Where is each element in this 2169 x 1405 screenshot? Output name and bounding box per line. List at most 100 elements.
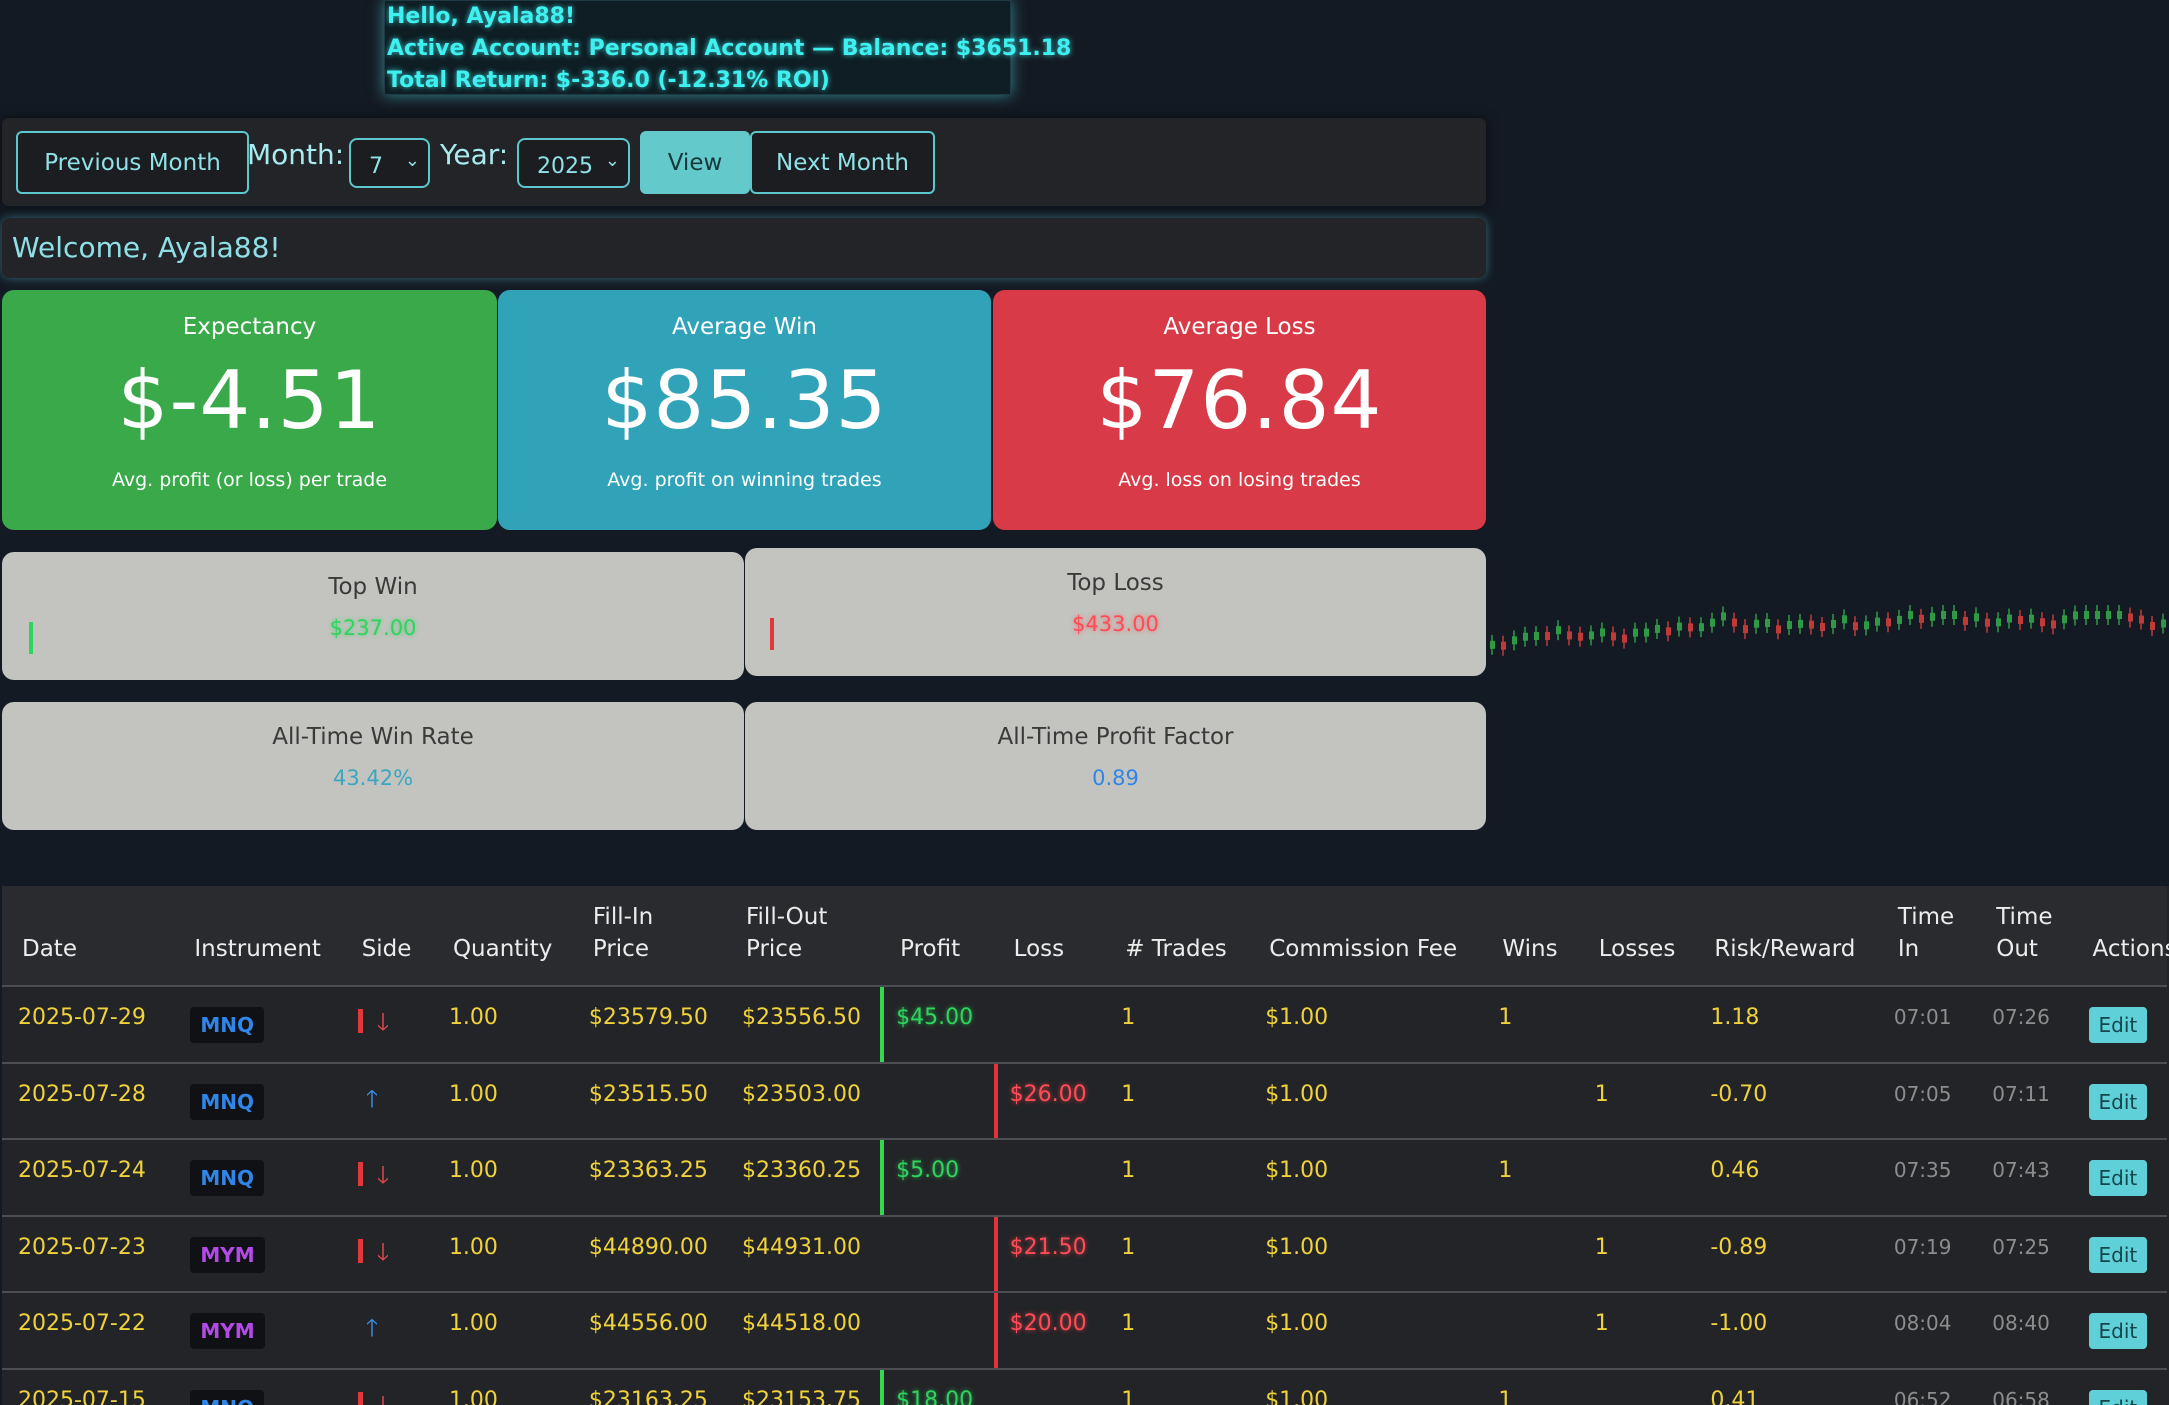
instrument-cell: MNQ — [174, 1367, 342, 1405]
edit-button[interactable]: Edit — [2088, 1160, 2148, 1196]
time-in-cell: 08:04 — [1877, 1291, 1977, 1369]
account-summary-box: Hello, Ayala88! Active Account: Personal… — [384, 0, 1072, 95]
fill-out-price-cell: $23556.50 — [725, 985, 881, 1063]
decorative-candle — [1886, 612, 1891, 633]
table-header-row: Date Instrument Side Quantity Fill-In Pri… — [2, 886, 2169, 986]
fill-in-price-cell: $23163.25 — [572, 1367, 726, 1405]
decorative-candle — [2084, 605, 2089, 625]
instrument-cell: MYM — [174, 1291, 342, 1369]
next-month-button[interactable]: Next Month — [750, 131, 935, 194]
edit-button[interactable]: Edit — [2088, 1236, 2148, 1273]
time-out-cell: 07:25 — [1976, 1214, 2073, 1292]
table-row: 2025-07-24 MNQ 🡓 1.00 $23363.25 $23360.25 $5.0… — [2, 1138, 2167, 1216]
view-button[interactable]: View — [640, 131, 750, 194]
losses-cell: 1 — [1578, 1061, 1695, 1139]
decorative-candle — [1666, 621, 1671, 642]
quantity-cell: 1.00 — [432, 1061, 573, 1139]
decorative-candle — [1545, 626, 1550, 647]
decorative-candle — [1919, 608, 1924, 629]
average-win-value: $85.35 — [601, 354, 888, 447]
average-loss-title: Average Loss — [1163, 314, 1316, 340]
decorative-candle — [1611, 626, 1616, 647]
time-out-cell: 07:26 — [1976, 985, 2073, 1063]
decorative-candle — [1941, 605, 1946, 625]
date-cell: 2025-07-23 — [2, 1214, 175, 1292]
decorative-candle — [2095, 605, 2100, 625]
trades-table-body: 2025-07-29 MNQ 🡓 1.00 $23579.50 $23556.50 $45.… — [2, 985, 2167, 1405]
previous-month-button[interactable]: Previous Month — [16, 131, 249, 194]
decorative-candle — [1567, 625, 1572, 646]
instrument-cell: MNQ — [174, 1061, 342, 1139]
time-in-cell: 07:19 — [1877, 1214, 1977, 1292]
side-cell: 🡑 — [341, 1291, 433, 1369]
table-row: 2025-07-22 MYM 🡑 1.00 $44556.00 $44518.00 $20.… — [2, 1291, 2167, 1369]
average-loss-subtitle: Avg. loss on losing trades — [1118, 469, 1361, 491]
arrow-down-icon: 🡓 — [357, 1391, 389, 1405]
table-row: 2025-07-29 MNQ 🡓 1.00 $23579.50 $23556.50 $45.… — [2, 985, 2167, 1063]
year-label: Year: — [440, 138, 509, 171]
commission-fee-cell: $1.00 — [1249, 1367, 1483, 1405]
average-win-subtitle: Avg. profit on winning trades — [607, 469, 882, 491]
header-profit: Profit — [880, 886, 994, 986]
wins-cell — [1482, 1291, 1579, 1369]
quantity-cell: 1.00 — [432, 1214, 573, 1292]
time-out-cell: 08:40 — [1976, 1291, 2073, 1369]
decorative-candle — [1699, 617, 1704, 638]
header-time-out: Time Out — [1976, 886, 2073, 986]
table-row: 2025-07-23 MYM 🡓 1.00 $44890.00 $44931.00 $21.… — [2, 1214, 2167, 1292]
header-commission-fee: Commission Fee — [1249, 886, 1483, 986]
risk-reward-cell: -1.00 — [1694, 1291, 1878, 1369]
risk-reward-cell: 0.41 — [1694, 1367, 1878, 1405]
date-cell: 2025-07-15 — [2, 1367, 175, 1405]
edit-button[interactable]: Edit — [2088, 1313, 2148, 1349]
risk-reward-cell: 0.46 — [1694, 1138, 1878, 1216]
losses-cell — [1578, 1138, 1695, 1216]
active-account-text: Active Account: Personal Account — Balan… — [387, 36, 1072, 61]
trades-count-cell: 1 — [1105, 1138, 1250, 1216]
profit-value: $45.00 — [896, 1005, 974, 1030]
month-select[interactable]: 7 ⌄ — [349, 138, 430, 188]
year-select[interactable]: 2025 ⌄ — [517, 138, 630, 188]
loss-cell — [993, 985, 1106, 1063]
decorative-candle — [2051, 614, 2056, 635]
commission-fee-cell: $1.00 — [1249, 1214, 1483, 1292]
average-win-card: Average Win $85.35 Avg. profit on winnin… — [498, 290, 991, 530]
decorative-candle — [1523, 626, 1528, 647]
decorative-candle — [2150, 615, 2155, 636]
trades-count-cell: 1 — [1105, 1291, 1250, 1369]
decorative-candle — [1578, 626, 1583, 647]
side-cell: 🡑 — [341, 1061, 433, 1139]
decorative-candle — [1732, 612, 1737, 633]
average-win-title: Average Win — [672, 314, 817, 340]
fill-in-price-cell: $23515.50 — [572, 1061, 726, 1139]
edit-button[interactable]: Edit — [2088, 1007, 2148, 1043]
profit-indicator-bar — [880, 1369, 885, 1405]
decorative-candle — [2106, 605, 2111, 625]
average-loss-card: Average Loss $76.84 Avg. loss on losing … — [993, 290, 1486, 530]
decorative-candle — [1809, 614, 1814, 635]
side-cell: 🡓 — [341, 1367, 433, 1405]
wins-cell — [1482, 1214, 1579, 1292]
decorative-candle — [1644, 622, 1649, 643]
decorative-candle — [1710, 612, 1715, 633]
decorative-candle — [2040, 612, 2045, 633]
instrument-badge: MYM — [190, 1313, 265, 1349]
fill-out-price-cell: $23153.75 — [725, 1367, 881, 1405]
expectancy-value: $-4.51 — [117, 354, 382, 447]
decorative-candle — [1963, 610, 1968, 631]
decorative-candle — [1490, 634, 1495, 655]
instrument-badge: MNQ — [190, 1083, 265, 1120]
wins-cell: 1 — [1482, 1138, 1579, 1216]
actions-cell: Edit — [2072, 1138, 2167, 1216]
edit-button[interactable]: Edit — [2088, 1083, 2148, 1120]
instrument-badge: MNQ — [190, 1389, 265, 1405]
decorative-candle — [2062, 609, 2067, 630]
welcome-banner: Welcome, Ayala88! — [2, 218, 1486, 278]
loss-value: $26.00 — [1009, 1081, 1087, 1107]
loss-indicator-bar — [770, 618, 774, 650]
side-cell: 🡓 — [341, 1138, 433, 1216]
edit-button[interactable]: Edit — [2088, 1389, 2148, 1405]
date-cell: 2025-07-22 — [2, 1291, 175, 1369]
decorative-candle — [2139, 609, 2144, 630]
fill-in-price-cell: $23579.50 — [572, 985, 726, 1063]
